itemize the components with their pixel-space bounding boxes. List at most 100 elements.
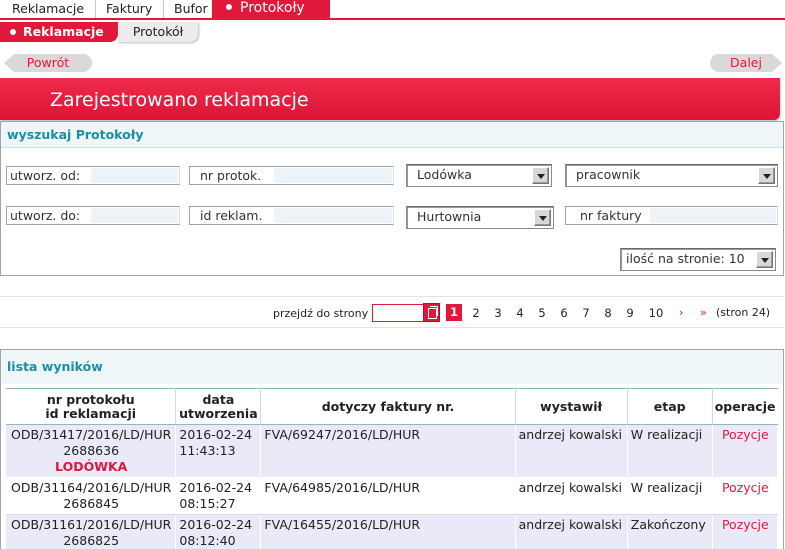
page-link[interactable]: 7 <box>579 306 593 320</box>
select-value: Hurtownia <box>417 209 482 224</box>
results-panel: lista wyników nr protokołu id reklamacji … <box>0 349 784 549</box>
issuer-cell: andrzej kowalski <box>515 514 628 549</box>
created-from-field[interactable]: utworz. od: <box>6 166 180 185</box>
field-label: nr protok. <box>200 168 266 183</box>
dropdown-arrow-icon <box>756 251 773 268</box>
time-value: 11:43:13 <box>179 443 236 458</box>
goto-page-input[interactable] <box>372 304 424 322</box>
category-select[interactable]: Lodówka <box>406 164 552 187</box>
positions-link[interactable]: Pozycje <box>712 424 779 478</box>
field-label: utworz. od: <box>10 168 85 183</box>
protocol-cell: ODB/31161/2016/LD/HUR 2686825 <box>6 514 177 549</box>
category-tag: LODÓWKA <box>55 459 128 474</box>
positions-link[interactable]: Pozycje <box>712 477 779 515</box>
protocol-cell: ODB/31164/2016/LD/HUR 2686845 <box>6 477 177 515</box>
subtab-protokol[interactable]: Protokół <box>118 22 198 42</box>
tab-faktury[interactable]: Faktury <box>96 0 164 18</box>
source-select[interactable]: Hurtownia <box>406 206 554 229</box>
protocol-number: ODB/31417/2016/LD/HUR <box>11 427 172 442</box>
select-value: Lodówka <box>417 167 472 182</box>
per-page-select[interactable]: ilość na stronie: 10 <box>620 248 776 271</box>
stage-cell: W realizacji <box>627 424 713 478</box>
dropdown-arrow-icon <box>758 167 775 184</box>
header-label: nr protokołu <box>46 391 135 407</box>
header-label: data <box>202 391 235 407</box>
table-row[interactable]: ODB/31164/2016/LD/HUR 2686845 2016-02-24 0… <box>6 477 779 515</box>
next-button[interactable]: Dalej <box>710 54 782 72</box>
employee-select[interactable]: pracownik <box>565 164 778 187</box>
protocol-number: ODB/31164/2016/LD/HUR <box>11 480 172 495</box>
page-link[interactable]: 4 <box>513 306 527 320</box>
tab-label: Faktury <box>106 1 153 16</box>
table-row[interactable]: ODB/31161/2016/LD/HUR 2686825 2016-02-24 0… <box>6 514 779 549</box>
field-label: id reklam. <box>200 208 267 223</box>
time-value: 08:12:40 <box>179 533 236 548</box>
created-to-field[interactable]: utworz. do: <box>6 206 180 225</box>
page-link[interactable]: 3 <box>491 306 505 320</box>
table-row[interactable]: ODB/31417/2016/LD/HUR 2688636 LODÓWKA 2016… <box>6 424 779 478</box>
issuer-cell: andrzej kowalski <box>515 424 628 478</box>
page-title: Zarejestrowano reklamacje <box>0 78 780 120</box>
positions-link[interactable]: Pozycje <box>712 514 779 549</box>
date-value: 2016-02-24 <box>179 427 253 442</box>
date-value: 2016-02-24 <box>179 517 253 532</box>
column-header-stage: etap <box>627 388 713 425</box>
field-fill <box>274 168 392 183</box>
select-value: pracownik <box>576 167 641 182</box>
pagination: przejdź do strony 1 2 3 4 5 6 7 8 9 10 ›… <box>0 296 784 328</box>
page-link[interactable]: 2 <box>469 306 483 320</box>
protocol-number-field[interactable]: nr protok. <box>189 166 394 185</box>
column-header-invoice[interactable]: dotyczy faktury nr. <box>260 388 516 425</box>
column-header-operations: operacje <box>712 388 778 425</box>
tab-bufor[interactable]: Bufor <box>164 0 214 18</box>
complaint-id-field[interactable]: id reklam. <box>189 206 394 225</box>
page-link[interactable]: 8 <box>601 306 615 320</box>
header-label: id reklamacji <box>45 405 137 421</box>
active-dot-icon <box>226 4 232 10</box>
field-fill <box>91 168 178 183</box>
page-link[interactable]: 9 <box>623 306 637 320</box>
column-header-issuer[interactable]: wystawił <box>515 388 628 425</box>
complaint-id: 2688636 <box>63 443 120 458</box>
column-header-protocol[interactable]: nr protokołu id reklamacji <box>6 388 177 425</box>
tab-label: Bufor <box>174 1 208 16</box>
header-label: utworzenia <box>179 405 258 421</box>
page-link[interactable]: 10 <box>645 306 667 320</box>
date-cell: 2016-02-24 08:15:27 <box>175 477 262 515</box>
dropdown-arrow-icon <box>534 209 551 226</box>
column-header-date[interactable]: data utworzenia <box>175 388 262 425</box>
complaint-id: 2686845 <box>63 496 120 511</box>
invoice-number-field[interactable]: nr faktury <box>565 206 778 225</box>
tab-protokoly[interactable]: Protokoły <box>212 0 330 18</box>
tab-reklamacje[interactable]: Reklamacje <box>0 0 96 18</box>
select-value: ilość na stronie: 10 <box>626 251 745 266</box>
top-tab-bar: Reklamacje Faktury Bufor Protokoły <box>0 0 785 20</box>
search-panel: wyszukaj Protokoły utworz. od: nr protok… <box>0 121 784 276</box>
date-cell: 2016-02-24 11:43:13 <box>175 424 262 478</box>
protocol-number: ODB/31161/2016/LD/HUR <box>11 517 172 532</box>
invoice-cell: FVA/16455/2016/LD/HUR <box>260 514 516 549</box>
subtab-label: Reklamacje <box>23 24 104 39</box>
subtab-reklamacje[interactable]: Reklamacje <box>0 22 118 42</box>
tab-label: Protokoły <box>240 0 305 16</box>
back-button[interactable]: Powrót <box>4 54 92 72</box>
next-page-icon[interactable]: › <box>679 306 683 319</box>
invoice-cell: FVA/64985/2016/LD/HUR <box>260 477 516 515</box>
last-page-icon[interactable]: » <box>700 306 707 319</box>
goto-page-label: przejdź do strony <box>273 307 369 320</box>
date-cell: 2016-02-24 08:12:40 <box>175 514 262 549</box>
page-link[interactable]: 5 <box>535 306 549 320</box>
table-header-row: nr protokołu id reklamacji data utworzenia… <box>6 388 778 425</box>
invoice-cell: FVA/69247/2016/LD/HUR <box>260 424 516 478</box>
issuer-cell: andrzej kowalski <box>515 477 628 515</box>
date-value: 2016-02-24 <box>179 480 253 495</box>
page-count: (stron 24) <box>716 306 771 319</box>
results-table: nr protokołu id reklamacji data utworzenia… <box>6 388 779 549</box>
page-link[interactable]: 6 <box>557 306 571 320</box>
field-label: utworz. do: <box>10 208 85 223</box>
field-fill <box>91 208 178 223</box>
time-value: 08:15:27 <box>179 496 236 511</box>
goto-page-icon[interactable] <box>423 303 440 322</box>
search-panel-title: wyszukaj Protokoły <box>1 122 783 148</box>
page-current[interactable]: 1 <box>446 304 462 321</box>
